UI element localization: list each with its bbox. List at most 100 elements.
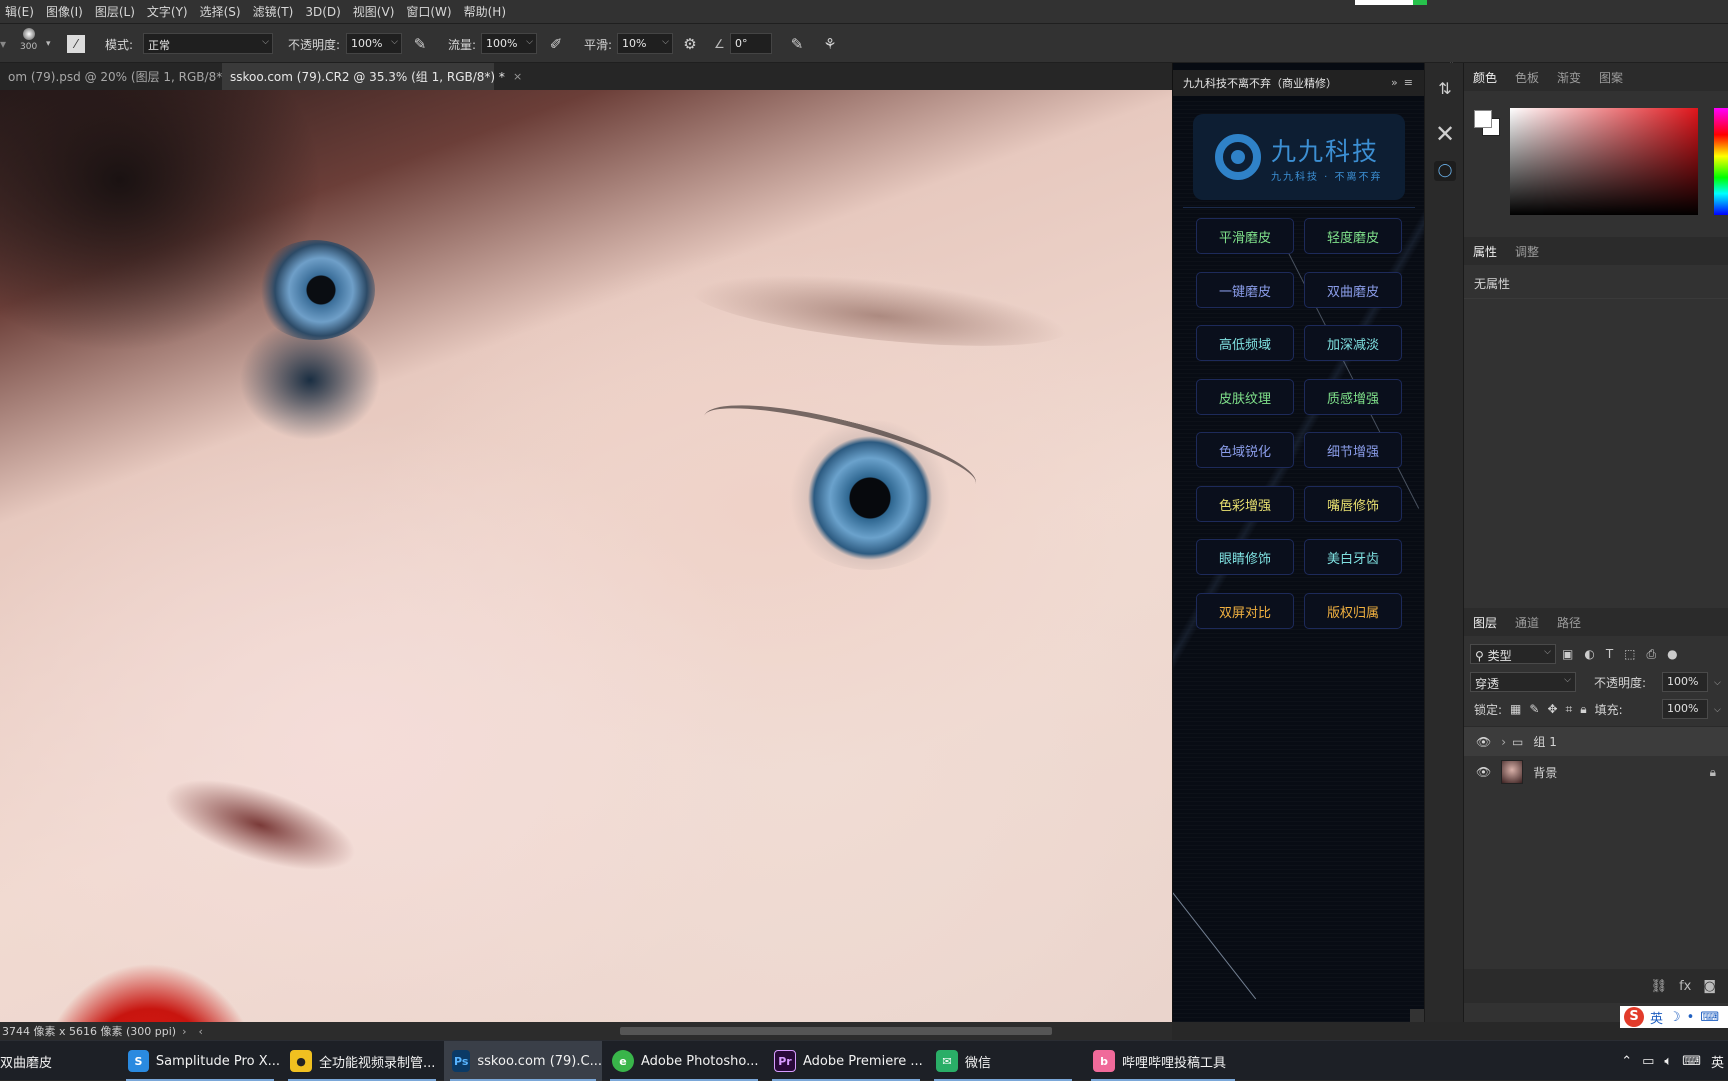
menu-filter[interactable]: 滤镜(T) <box>248 3 301 20</box>
shape-filter-icon[interactable]: ⬚ <box>1624 647 1635 661</box>
document-canvas[interactable] <box>0 90 1172 1022</box>
gear-icon[interactable]: ⚙ <box>680 34 700 54</box>
smooth-field[interactable]: 10% ⌵ <box>617 33 673 54</box>
volume-icon[interactable]: 🔈︎ <box>1664 1054 1672 1069</box>
layer-opacity-field[interactable]: 100% <box>1662 672 1708 692</box>
fx-icon[interactable]: fx <box>1679 979 1691 994</box>
task-photoshop-doc[interactable]: Ps sskoo.com (79).C... <box>444 1041 602 1081</box>
brush-preset-picker[interactable]: 300 <box>20 20 37 60</box>
layer-filter-select[interactable]: ⚲ 类型 ⌵ <box>1470 644 1556 664</box>
plugin-button[interactable]: 平滑磨皮 <box>1196 218 1294 254</box>
tab-properties[interactable]: 属性 <box>1464 243 1506 260</box>
task-wechat[interactable]: ✉ 微信 <box>928 1041 1078 1081</box>
plugin-button[interactable]: 美白牙齿 <box>1304 539 1402 575</box>
menu-3d[interactable]: 3D(D) <box>300 5 347 19</box>
tab-gradients[interactable]: 渐变 <box>1548 69 1590 86</box>
color-picker-field[interactable] <box>1510 108 1698 215</box>
lock-transparency-icon[interactable]: ▦ <box>1510 702 1521 716</box>
fill-field[interactable]: 100% <box>1662 699 1708 719</box>
tab-patterns[interactable]: 图案 <box>1590 69 1632 86</box>
plugin-button[interactable]: 加深减淡 <box>1304 325 1402 361</box>
filter-toggle-icon[interactable]: ● <box>1667 647 1677 661</box>
horizontal-scrollbar[interactable] <box>620 1027 1052 1035</box>
task-samplitude[interactable]: S Samplitude Pro X... <box>120 1041 280 1081</box>
ime-toolbar[interactable]: S 英 ☽ • ⌨ <box>1620 1006 1728 1028</box>
pressure-opacity-icon[interactable]: ✎ <box>410 34 430 54</box>
plugin-button[interactable]: 细节增强 <box>1304 432 1402 468</box>
tab-adjustments[interactable]: 调整 <box>1506 243 1548 260</box>
tool-preset-edge[interactable]: ▾ <box>0 24 12 64</box>
mode-select[interactable]: 正常 ⌵ <box>143 33 273 54</box>
tab-color[interactable]: 颜色 <box>1464 69 1506 86</box>
brush-chevron-icon[interactable]: ▾ <box>46 24 51 64</box>
plugin-button[interactable]: 高低频域 <box>1196 325 1294 361</box>
type-filter-icon[interactable]: T <box>1606 647 1613 661</box>
adjustment-filter-icon[interactable]: ◐ <box>1584 647 1594 661</box>
menu-view[interactable]: 视图(V) <box>348 3 402 20</box>
lock-artboard-icon[interactable]: ⌗ <box>1566 702 1573 717</box>
layer-mask-icon[interactable]: ◙ <box>1703 979 1716 994</box>
brush-settings-icon[interactable]: ⁄ <box>67 35 85 53</box>
menu-edit[interactable]: 辑(E) <box>0 3 41 20</box>
plugin-button[interactable]: 质感增强 <box>1304 379 1402 415</box>
tab-document-1[interactable]: om (79).psd @ 20% (图层 1, RGB/8*) *× <box>0 63 254 90</box>
display-icon[interactable]: ▭ <box>1642 1054 1654 1069</box>
tab-swatches[interactable]: 色板 <box>1506 69 1548 86</box>
angle-field[interactable]: 0° <box>730 33 772 54</box>
plugin-button[interactable]: 皮肤纹理 <box>1196 379 1294 415</box>
opacity-field[interactable]: 100% ⌵ <box>346 33 402 54</box>
keyboard-icon[interactable]: ⌨ <box>1682 1054 1701 1069</box>
blend-mode-select[interactable]: 穿透 ⌵ <box>1470 672 1576 692</box>
flow-field[interactable]: 100% ⌵ <box>481 33 537 54</box>
menu-help[interactable]: 帮助(H) <box>459 3 513 20</box>
layer-row-group[interactable]: 👁︎ › ▭ 组 1 <box>1464 726 1728 756</box>
tab-channels[interactable]: 通道 <box>1506 614 1548 631</box>
status-menu-arrow[interactable]: › <box>182 1025 186 1038</box>
plugin-button[interactable]: 眼睛修饰 <box>1196 539 1294 575</box>
pressure-size-icon[interactable]: ✎ <box>787 34 807 54</box>
image-filter-icon[interactable]: ▣ <box>1562 647 1573 661</box>
foreground-color-swatch[interactable] <box>1474 110 1492 128</box>
airbrush-icon[interactable]: ✐ <box>546 34 566 54</box>
plugin-button[interactable]: 版权归属 <box>1304 593 1402 629</box>
tools-x-icon[interactable]: ✕ <box>1431 120 1459 148</box>
menu-image[interactable]: 图像(I) <box>41 3 90 20</box>
layer-row-background[interactable]: 👁︎ 背景 🔒︎ <box>1464 757 1728 787</box>
chevron-down-icon[interactable]: ⌵ <box>1710 699 1726 719</box>
chevron-down-icon[interactable]: ⌵ <box>1710 672 1726 692</box>
plugin-button[interactable]: 色彩增强 <box>1196 486 1294 522</box>
symmetry-butterfly-icon[interactable]: ⚘ <box>820 34 840 54</box>
plugin-button[interactable]: 双曲磨皮 <box>1304 272 1402 308</box>
menu-type[interactable]: 文字(Y) <box>142 3 195 20</box>
moon-icon[interactable]: ☽ <box>1669 1010 1681 1025</box>
plugin-button[interactable]: 轻度磨皮 <box>1304 218 1402 254</box>
lock-pixels-icon[interactable]: ✎ <box>1529 702 1539 716</box>
lock-all-icon[interactable]: 🔒︎ <box>1580 702 1586 717</box>
menu-select[interactable]: 选择(S) <box>195 3 248 20</box>
keyboard-icon[interactable]: ⌨ <box>1700 1010 1719 1025</box>
menu-layer[interactable]: 图层(L) <box>90 3 142 20</box>
lock-position-icon[interactable]: ✥ <box>1547 702 1557 716</box>
close-icon[interactable]: × <box>513 70 522 83</box>
link-layers-icon[interactable]: ⛓ <box>1651 979 1668 994</box>
menu-window[interactable]: 窗口(W) <box>401 3 458 20</box>
plugin-button[interactable]: 双屏对比 <box>1196 593 1294 629</box>
tray-language[interactable]: 英 <box>1711 1052 1724 1071</box>
tray-expand-icon[interactable]: ⌃ <box>1621 1054 1632 1069</box>
panel-menu-icon[interactable]: »≡ <box>1391 76 1419 89</box>
task-photoshop[interactable]: e Adobe Photosho... <box>604 1041 764 1081</box>
hue-slider[interactable] <box>1714 108 1728 215</box>
plugin-button[interactable]: 一键磨皮 <box>1196 272 1294 308</box>
ime-language[interactable]: 英 <box>1650 1008 1663 1027</box>
tab-layers[interactable]: 图层 <box>1464 614 1506 631</box>
tab-document-2[interactable]: sskoo.com (79).CR2 @ 35.3% (组 1, RGB/8*)… <box>222 63 522 90</box>
task-recorder[interactable]: ● 全功能视频录制管... <box>282 1041 442 1081</box>
task-premiere[interactable]: Pr Adobe Premiere ... <box>766 1041 926 1081</box>
task-bilibili[interactable]: b 哔哩哔哩投稿工具 <box>1085 1041 1241 1081</box>
plugin-resize-grip[interactable] <box>1410 1009 1424 1022</box>
punctuation-icon[interactable]: • <box>1687 1010 1695 1025</box>
eye-icon[interactable]: 👁︎ <box>1476 735 1491 749</box>
tab-paths[interactable]: 路径 <box>1548 614 1590 631</box>
smart-object-filter-icon[interactable]: ⎙ <box>1647 647 1657 662</box>
expand-chevron-icon[interactable]: › <box>1501 735 1506 749</box>
